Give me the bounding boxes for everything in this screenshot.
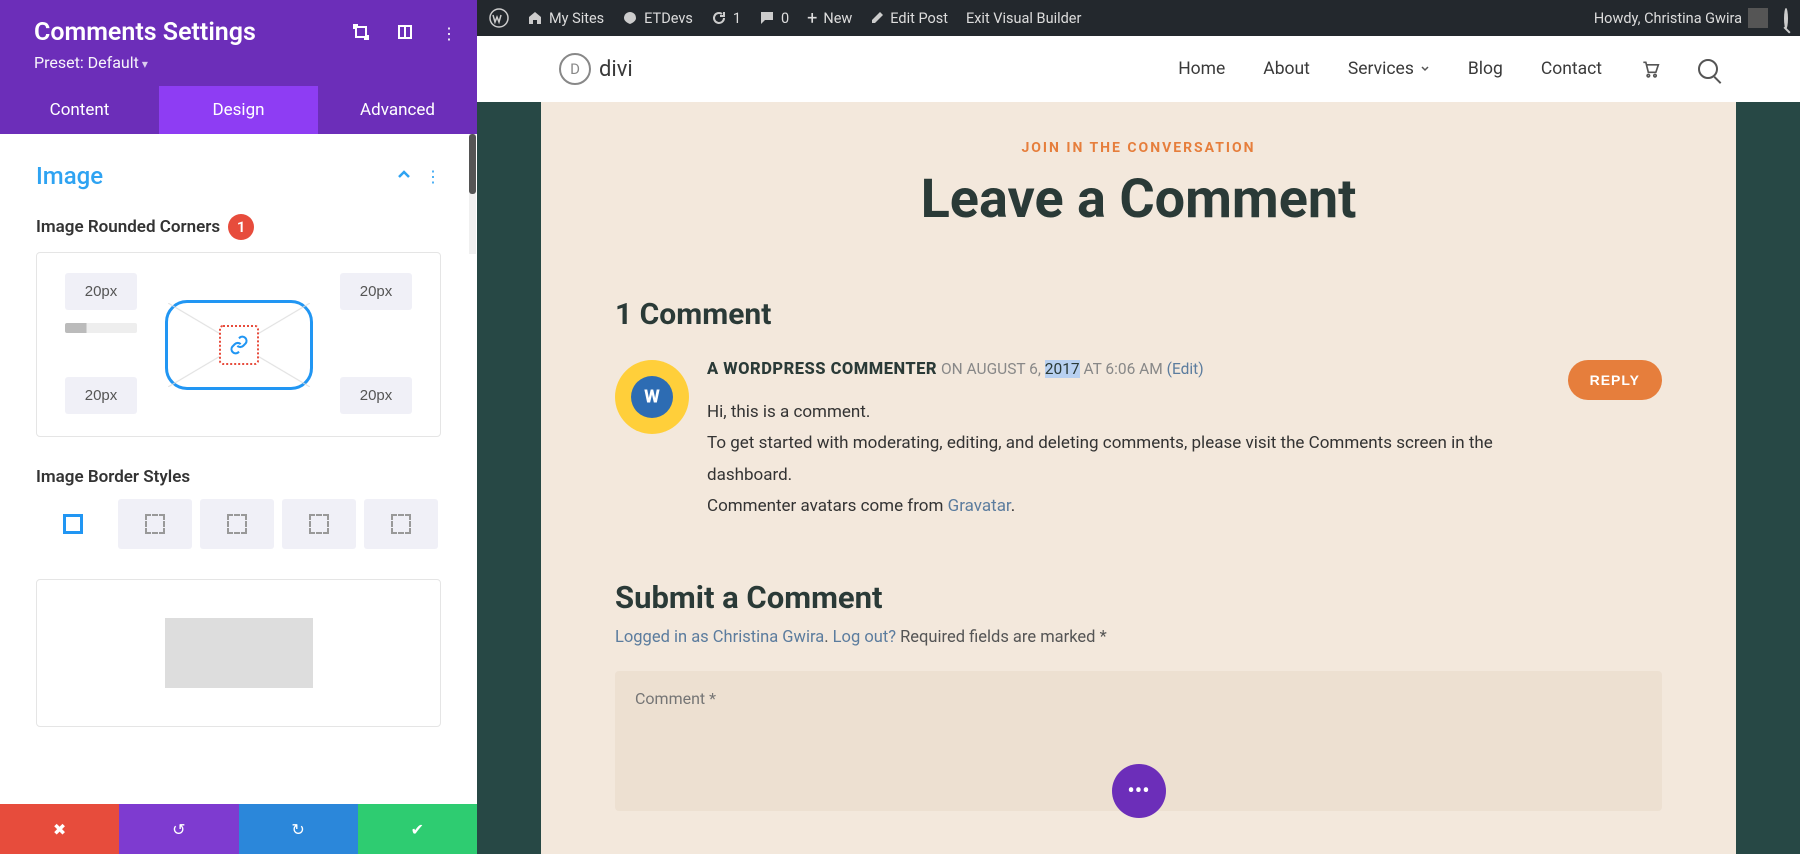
corners-preview — [165, 300, 313, 390]
gravatar-link[interactable]: Gravatar — [948, 496, 1011, 516]
logo-text: divi — [599, 57, 633, 82]
section-more-icon[interactable]: ⋮ — [425, 167, 441, 186]
rounded-corners-label: Image Rounded Corners — [36, 217, 220, 237]
corner-top-left-input[interactable] — [65, 273, 137, 310]
image-section-title[interactable]: Image — [36, 162, 103, 190]
tab-advanced[interactable]: Advanced — [318, 86, 477, 134]
updates-link[interactable]: 1 — [711, 10, 741, 27]
site-header: D divi Home About Services Blog Contact — [477, 36, 1800, 102]
site-search-icon[interactable] — [1698, 59, 1718, 79]
border-style-bottom[interactable] — [282, 499, 356, 549]
tab-design[interactable]: Design — [159, 86, 318, 134]
logo-icon: D — [559, 53, 591, 85]
section-overtitle: JOIN IN THE CONVERSATION — [615, 140, 1662, 156]
border-style-right[interactable] — [200, 499, 274, 549]
border-preview — [36, 579, 441, 727]
preview-area: My Sites ETDevs 1 0 +New Edit Post Exit … — [477, 0, 1800, 854]
comments-heading: 1 Comment — [615, 297, 1662, 332]
builder-fab[interactable]: ••• — [1112, 764, 1166, 818]
edit-comment-link[interactable]: (Edit) — [1167, 360, 1204, 378]
chevron-up-icon[interactable] — [397, 167, 411, 186]
wp-adminbar: My Sites ETDevs 1 0 +New Edit Post Exit … — [477, 0, 1800, 36]
panel-body: Image ⋮ Image Rounded Corners 1 Image Bo… — [0, 134, 477, 804]
corner-bottom-right-input[interactable] — [340, 377, 412, 414]
cancel-button[interactable]: ✖ — [0, 804, 119, 854]
comment-author[interactable]: A WORDPRESS COMMENTER — [707, 360, 937, 379]
save-button[interactable]: ✔ — [358, 804, 477, 854]
redo-button[interactable]: ↻ — [239, 804, 358, 854]
chevron-down-icon — [1420, 64, 1430, 74]
preset-dropdown[interactable]: Preset: Default — [34, 53, 443, 72]
corner-bottom-left-input[interactable] — [65, 377, 137, 414]
site-logo[interactable]: D divi — [559, 53, 633, 85]
highlighted-year: 2017 — [1045, 360, 1080, 378]
nav-blog[interactable]: Blog — [1468, 59, 1503, 79]
expand-icon[interactable] — [353, 24, 369, 44]
comment-text: Hi, this is a comment. To get started wi… — [707, 397, 1568, 523]
corner-top-right-input[interactable] — [340, 273, 412, 310]
comment-meta: A WORDPRESS COMMENTER ON AUGUST 6, 2017 … — [707, 360, 1568, 379]
comments-link[interactable]: 0 — [759, 10, 789, 27]
responsive-icon[interactable] — [397, 24, 413, 44]
nav-home[interactable]: Home — [1178, 59, 1225, 79]
border-style-top[interactable] — [118, 499, 192, 549]
border-style-all[interactable] — [36, 499, 110, 549]
panel-header: Comments Settings Preset: Default ⋮ — [0, 0, 477, 86]
new-link[interactable]: +New — [807, 8, 852, 29]
undo-button[interactable]: ↺ — [119, 804, 238, 854]
section-title: Leave a Comment — [615, 168, 1662, 231]
nav-about[interactable]: About — [1263, 59, 1310, 79]
step-badge: 1 — [228, 214, 254, 240]
form-heading: Submit a Comment — [615, 579, 1662, 616]
more-icon[interactable]: ⋮ — [441, 24, 457, 44]
exit-vb-link[interactable]: Exit Visual Builder — [966, 10, 1081, 27]
nav-services[interactable]: Services — [1348, 59, 1430, 79]
form-subtext: Logged in as Christina Gwira. Log out? R… — [615, 628, 1662, 647]
border-styles-label: Image Border Styles — [36, 467, 190, 487]
logout-link[interactable]: Log out? — [833, 628, 896, 647]
my-sites-link[interactable]: My Sites — [527, 10, 604, 27]
link-corners-toggle[interactable] — [219, 325, 259, 365]
scrollbar-thumb[interactable] — [469, 134, 476, 194]
rounded-corners-control — [36, 252, 441, 437]
wp-logo-icon[interactable] — [489, 8, 509, 28]
logged-in-link[interactable]: Logged in as Christina Gwira — [615, 628, 824, 647]
panel-footer: ✖ ↺ ↻ ✔ — [0, 804, 477, 854]
border-preview-inner — [165, 618, 313, 688]
edit-post-link[interactable]: Edit Post — [870, 10, 948, 27]
border-styles-control — [36, 499, 441, 549]
commenter-avatar — [615, 360, 689, 434]
avatar-icon — [1748, 8, 1768, 28]
howdy-link[interactable]: Howdy, Christina Gwira — [1594, 8, 1768, 28]
site-link[interactable]: ETDevs — [622, 10, 693, 27]
reply-button[interactable]: REPLY — [1568, 360, 1662, 400]
border-style-left[interactable] — [364, 499, 438, 549]
main-nav: Home About Services Blog Contact — [1178, 59, 1718, 79]
settings-tabs: Content Design Advanced — [0, 86, 477, 134]
search-icon[interactable] — [1784, 10, 1788, 27]
nav-contact[interactable]: Contact — [1541, 59, 1602, 79]
tab-content[interactable]: Content — [0, 86, 159, 134]
settings-panel: Comments Settings Preset: Default ⋮ Cont… — [0, 0, 477, 854]
page-content: JOIN IN THE CONVERSATION Leave a Comment… — [541, 102, 1736, 854]
unit-slider[interactable] — [65, 323, 137, 333]
cart-icon[interactable] — [1640, 59, 1660, 79]
